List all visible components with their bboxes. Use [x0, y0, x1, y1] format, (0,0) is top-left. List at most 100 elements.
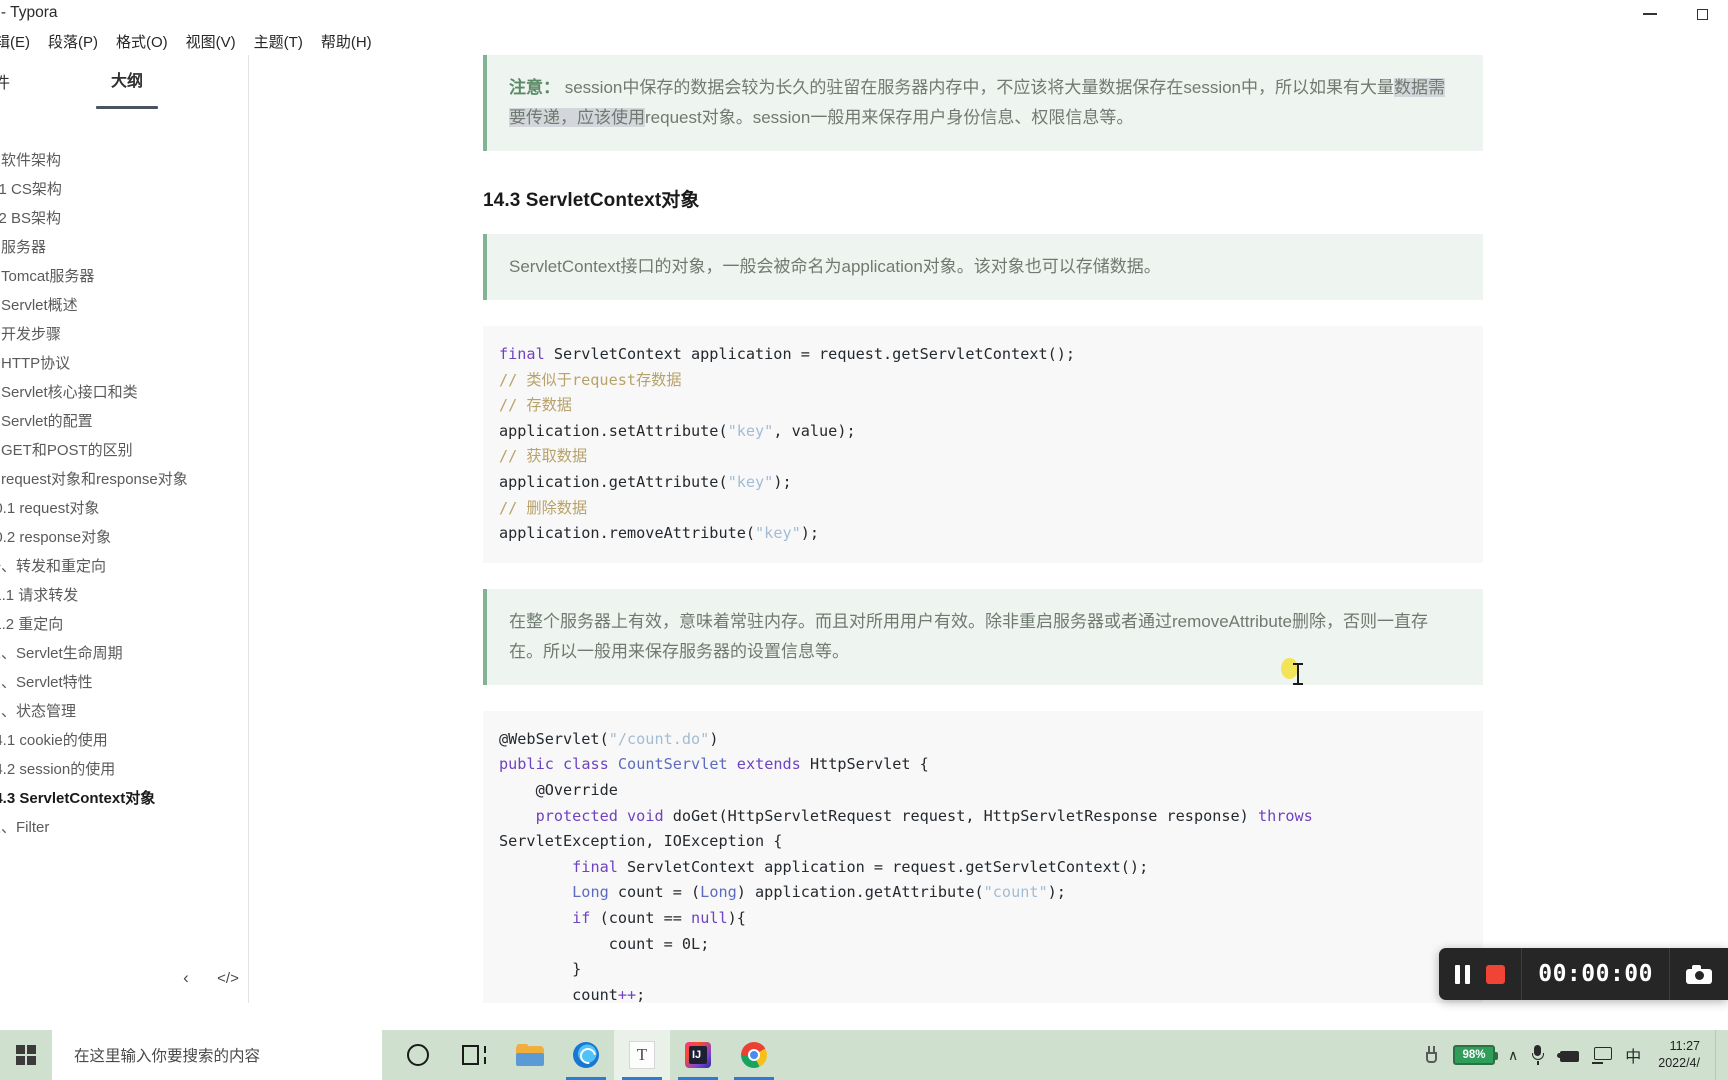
windows-search-box[interactable]: 在这里输入你要搜索的内容	[52, 1030, 382, 1080]
taskbar-typora[interactable]: T	[614, 1030, 670, 1080]
chevron-left-icon[interactable]: ‹	[173, 965, 199, 991]
power-plug-icon[interactable]	[1423, 1045, 1440, 1065]
menu-format[interactable]: 格式(O)	[107, 29, 177, 54]
outline-item[interactable]: 、开发步骤	[0, 320, 248, 349]
outline-item[interactable]: 14.3 ServletContext对象	[0, 784, 248, 813]
taskbar-intellij-idea[interactable]: IJ	[670, 1030, 726, 1080]
document-body: 注意： session中保存的数据会较为长久的驻留在服务器内存中，不应该将大量数…	[250, 55, 1728, 1003]
scope-paragraph: 在整个服务器上有效，意味着常驻内存。而且对所用用户有效。除非重启服务器或者通过r…	[509, 611, 1428, 661]
code-block-servletcontext-api[interactable]: final ServletContext application = reque…	[483, 326, 1483, 563]
outline-item[interactable]: 、软件架构	[0, 146, 248, 175]
code-token: , value);	[773, 421, 856, 440]
menu-bar: 辑(E) 段落(P) 格式(O) 视图(V) 主题(T) 帮助(H)	[0, 28, 1728, 55]
show-desktop-button[interactable]	[1715, 1030, 1722, 1080]
outline-item[interactable]: 、Servlet概述	[0, 291, 248, 320]
code-token: extends	[736, 755, 801, 774]
start-button[interactable]	[0, 1030, 52, 1080]
code-token: ;	[636, 985, 646, 1003]
recorder-timer-group: 00:00:00	[1522, 948, 1669, 1000]
outline-item[interactable]: 、GET和POST的区别	[0, 436, 248, 465]
taskbar-chrome[interactable]	[726, 1030, 782, 1080]
sidebar-tab-outline[interactable]: 大纲	[95, 67, 159, 109]
network-icon[interactable]	[1557, 1048, 1580, 1063]
code-token: ++	[617, 985, 637, 1003]
taskbar-cortana[interactable]	[390, 1030, 446, 1080]
outline-item[interactable]: 三、Servlet特性	[0, 668, 248, 697]
outline-item[interactable]: 10.1 request对象	[0, 494, 248, 523]
scope-blockquote: 在整个服务器上有效，意味着常驻内存。而且对所用用户有效。除非重启服务器或者通过r…	[483, 588, 1483, 685]
outline-item[interactable]: et	[0, 117, 248, 146]
outline-item[interactable]: 四、状态管理	[0, 697, 248, 726]
recorder-camera-group	[1670, 948, 1728, 1000]
code-token: // 存数据	[499, 396, 572, 415]
menu-help[interactable]: 帮助(H)	[312, 29, 381, 54]
outline-item[interactable]: 14.2 session的使用	[0, 755, 248, 784]
outline-item[interactable]: 、request对象和response对象	[0, 465, 248, 494]
outline-item[interactable]: 14.1 cookie的使用	[0, 726, 248, 755]
battery-indicator[interactable]: 98%	[1453, 1045, 1499, 1065]
camera-icon[interactable]	[1686, 964, 1712, 984]
code-token: throws	[1257, 806, 1313, 825]
sidebar-tab-files[interactable]: 件	[0, 69, 16, 103]
microphone-icon[interactable]	[1531, 1045, 1544, 1065]
taskbar-task-view[interactable]	[446, 1030, 502, 1080]
search-placeholder: 在这里输入你要搜索的内容	[74, 1048, 261, 1065]
window-controls	[1624, 0, 1728, 28]
windows-taskbar: 在这里输入你要搜索的内容 T IJ 98% ∧ 中 11:27 2022/4/	[0, 1030, 1728, 1080]
pause-icon[interactable]	[1455, 964, 1471, 984]
maximize-button[interactable]	[1676, 0, 1728, 28]
window-title: d - Typora	[0, 4, 58, 21]
outline-item[interactable]: 10.2 response对象	[0, 523, 248, 552]
outline-item[interactable]: 11.1 请求转发	[0, 581, 248, 610]
outline-item[interactable]: 、Tomcat服务器	[0, 262, 248, 291]
editor-pane[interactable]: 注意： session中保存的数据会较为长久的驻留在服务器内存中，不应该将大量数…	[250, 55, 1728, 1003]
display-icon[interactable]	[1592, 1046, 1613, 1064]
outline-item[interactable]: 、Servlet核心接口和类	[0, 378, 248, 407]
typora-window: d - Typora 辑(E) 段落(P) 格式(O) 视图(V) 主题(T) …	[0, 0, 1728, 1080]
code-token: Long	[572, 883, 609, 902]
outline-item[interactable]: 、HTTP协议	[0, 349, 248, 378]
outline-item[interactable]: 1.1 CS架构	[0, 175, 248, 204]
code-token: // 类似于request存数据	[499, 370, 682, 389]
menu-theme[interactable]: 主题(T)	[245, 29, 312, 54]
code-block-countservlet[interactable]: @WebServlet("/count.do") public class Co…	[483, 710, 1483, 1003]
minimize-button[interactable]	[1624, 0, 1676, 28]
ime-indicator[interactable]: 中	[1625, 1043, 1641, 1067]
menu-edit[interactable]: 辑(E)	[0, 29, 39, 54]
outline-list[interactable]: et、软件架构1.1 CS架构1.2 BS架构、服务器、Tomcat服务器、Se…	[0, 117, 248, 945]
system-tray: 98% ∧ 中 11:27 2022/4/	[1423, 1030, 1728, 1080]
taskbar-qq-browser[interactable]	[558, 1030, 614, 1080]
code-token: }	[499, 960, 582, 979]
sidebar-footer: ‹ </>	[0, 953, 248, 1003]
outline-item[interactable]: 11.2 重定向	[0, 610, 248, 639]
code-token: (count ==	[590, 908, 692, 927]
outline-item[interactable]: 二、Servlet生命周期	[0, 639, 248, 668]
code-token: ServletContext application = request.get…	[544, 345, 1076, 363]
note-text-2: request对象。session一般用来保存用户身份信息、权限信息等。	[645, 108, 1134, 127]
source-code-icon[interactable]: </>	[215, 965, 241, 991]
clock-date: 2022/4/	[1658, 1056, 1700, 1070]
code-token: application.getAttribute(	[499, 472, 728, 491]
clock-time: 11:27	[1669, 1039, 1700, 1053]
clock[interactable]: 11:27 2022/4/	[1654, 1038, 1702, 1072]
outline-item[interactable]: 1.2 BS架构	[0, 204, 248, 233]
code-token: final	[499, 345, 545, 363]
outline-item[interactable]: 一、转发和重定向	[0, 552, 248, 581]
code-token: "key"	[727, 472, 774, 491]
menu-paragraph[interactable]: 段落(P)	[39, 29, 107, 54]
outline-item[interactable]: 、Servlet的配置	[0, 407, 248, 436]
tray-expand-chevron-icon[interactable]: ∧	[1508, 1047, 1518, 1064]
menu-view[interactable]: 视图(V)	[177, 29, 245, 54]
task-view-icon	[462, 1045, 486, 1065]
outline-item[interactable]: 五、Filter	[0, 813, 248, 842]
taskbar-file-explorer[interactable]	[502, 1030, 558, 1080]
code-token: // 删除数据	[499, 498, 588, 517]
stop-icon[interactable]	[1486, 964, 1506, 984]
sidebar-tabs: 件 大纲	[0, 55, 248, 109]
outline-item[interactable]: 、服务器	[0, 233, 248, 262]
